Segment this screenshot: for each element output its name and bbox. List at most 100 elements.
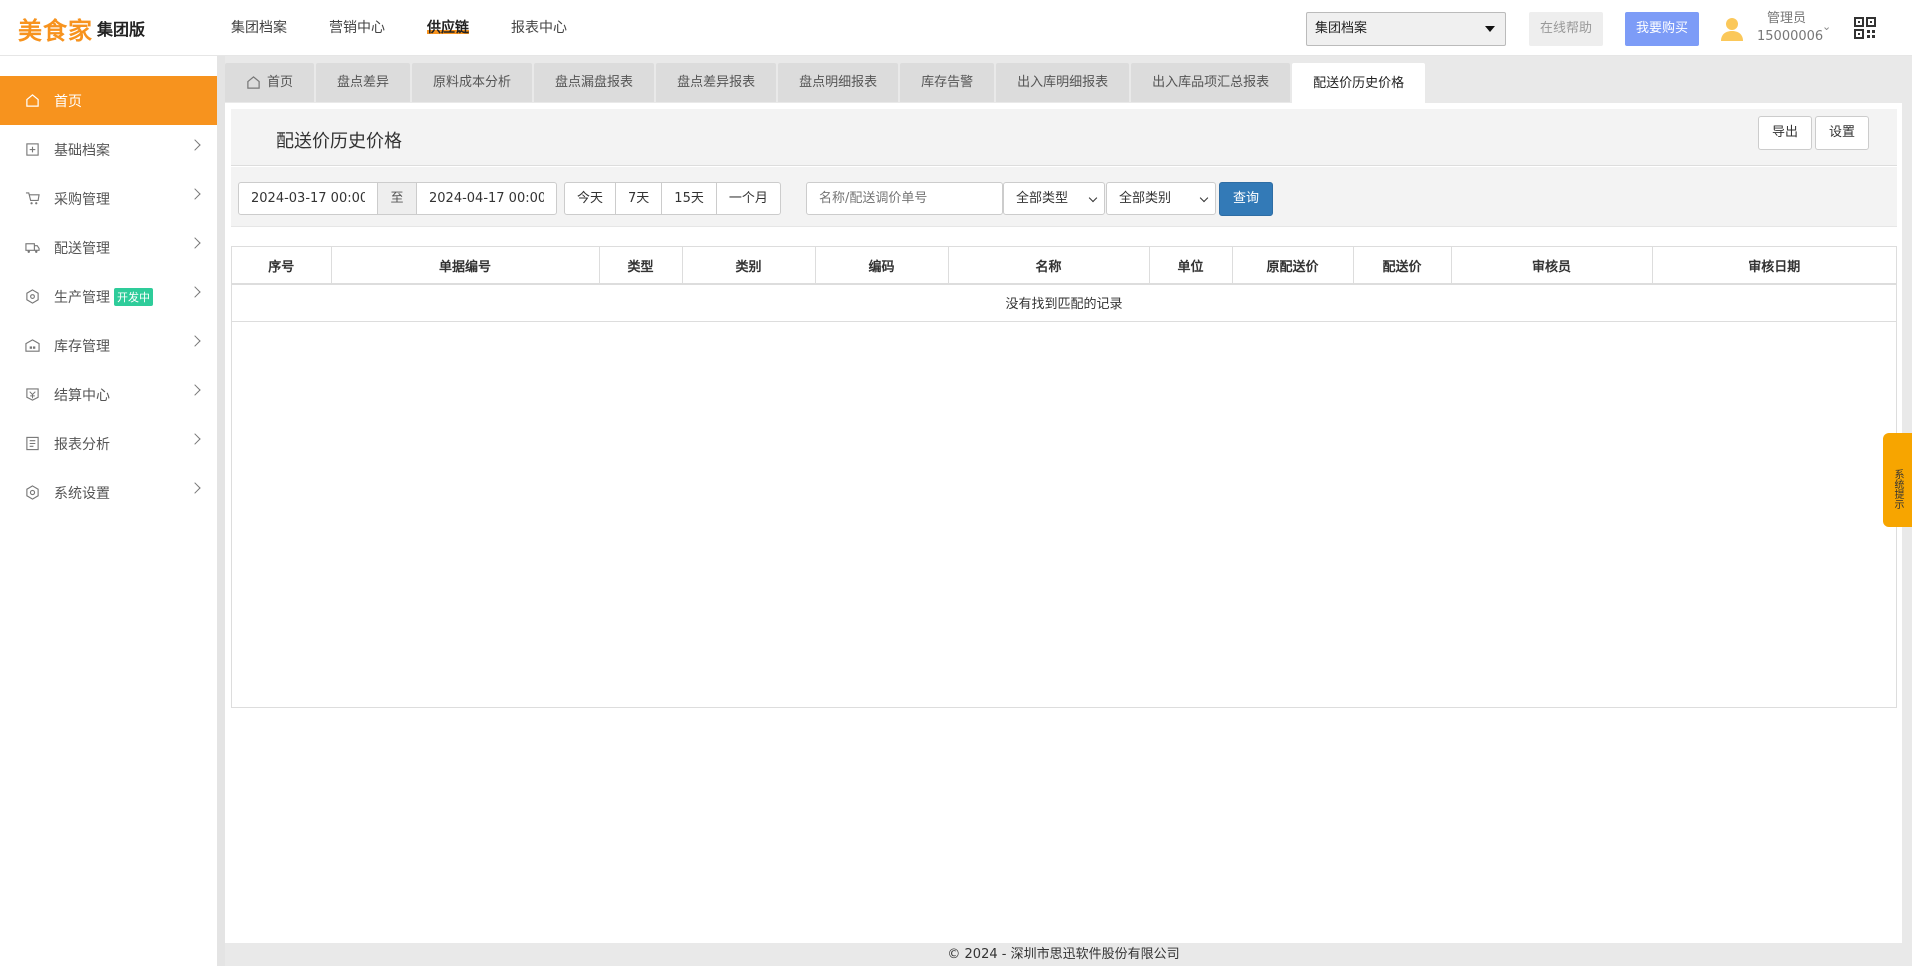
top-nav-item-reports[interactable]: 报表中心 [490,0,588,56]
table-header-row: 序号 单据编号 类型 类别 编码 名称 单位 原配送价 配送价 审核员 审核日期 [232,247,1896,285]
sidebar-item-label: 报表分析 [54,436,110,453]
tab-label: 盘点明细报表 [799,74,878,90]
empty-message: 没有找到匹配的记录 [232,284,1896,322]
sidebar-item-report-analysis[interactable]: 报表分析 [0,419,217,468]
tab-stocktake-diff-report[interactable]: 盘点差异报表 [656,63,777,102]
tab-material-cost[interactable]: 原料成本分析 [412,63,533,102]
col-header-type[interactable]: 类型 [599,247,683,285]
top-nav-item-supply-chain[interactable]: 供应链 [406,0,490,56]
top-nav-label: 报表中心 [511,20,567,36]
tab-stocktake-diff[interactable]: 盘点差异 [316,63,411,102]
col-header-name[interactable]: 名称 [948,247,1150,285]
brand-name: 美食家 [18,16,93,45]
truck-icon [24,240,40,256]
col-header-doc-no[interactable]: 单据编号 [331,247,600,285]
sidebar-item-inventory[interactable]: 库存管理 [0,321,217,370]
tab-label: 首页 [267,74,294,90]
end-date-input[interactable] [416,182,557,215]
query-button[interactable]: 查询 [1219,182,1273,216]
category-select[interactable]: 全部类别 [1106,182,1216,215]
top-nav-label: 集团档案 [231,20,287,36]
date-range-separator: 至 [377,182,417,215]
main-panel: 配送价历史价格 导出 设置 至 今天 7天 15天 一个月 全部类型 全部类别 … [225,103,1902,943]
quick-range-month[interactable]: 一个月 [715,182,781,215]
tab-stocktake-detail[interactable]: 盘点明细报表 [778,63,899,102]
chevron-right-icon [189,384,201,396]
sidebar-item-label: 采购管理 [54,191,110,208]
caret-down-icon [1485,26,1495,32]
title-bar: 配送价历史价格 导出 设置 [231,109,1897,166]
tab-stock-alert[interactable]: 库存告警 [900,63,995,102]
tab-inout-summary[interactable]: 出入库品项汇总报表 [1131,63,1291,102]
col-header-price[interactable]: 配送价 [1353,247,1452,285]
chevron-down-icon [1199,193,1209,203]
top-nav: 集团档案 营销中心 供应链 报表中心 [210,0,588,56]
search-input[interactable] [806,182,1003,215]
group-select-value: 集团档案 [1315,21,1368,36]
filter-bar: 至 今天 7天 15天 一个月 全部类型 全部类别 查询 [231,167,1897,227]
production-icon [24,289,40,305]
col-header-code[interactable]: 编码 [815,247,949,285]
top-nav-item-archive[interactable]: 集团档案 [210,0,308,56]
report-icon [24,436,40,452]
online-help-button[interactable]: 在线帮助 [1529,12,1603,46]
chevron-down-icon[interactable]: ⌄ [1822,20,1831,33]
chevron-right-icon [189,139,201,151]
tab-label: 盘点漏盘报表 [555,74,634,90]
tab-label: 出入库明细报表 [1017,74,1109,90]
top-nav-label: 供应链 [427,20,469,36]
quick-range-today[interactable]: 今天 [564,182,617,215]
page-title: 配送价历史价格 [276,131,402,152]
archive-icon [24,142,40,158]
footer-copyright: © 2024 - 深圳市思迅软件股份有限公司 [947,947,1180,962]
system-tip-button[interactable]: 系统提示 [1883,433,1912,527]
top-nav-item-marketing[interactable]: 营销中心 [308,0,406,56]
tab-home[interactable]: 首页 [225,63,315,102]
sidebar-item-production[interactable]: 生产管理 开发中 [0,272,217,321]
quick-range-7days[interactable]: 7天 [615,182,663,215]
col-header-orig-price[interactable]: 原配送价 [1232,247,1354,285]
buy-button[interactable]: 我要购买 [1625,12,1699,46]
brand-edition: 集团版 [97,20,146,39]
tab-distribution-price-history[interactable]: 配送价历史价格 [1292,63,1426,104]
sidebar-item-purchase[interactable]: 采购管理 [0,174,217,223]
tab-stocktake-missing[interactable]: 盘点漏盘报表 [534,63,655,102]
user-account: 15000006 [1757,29,1824,44]
tab-inout-detail[interactable]: 出入库明细报表 [996,63,1130,102]
col-header-unit[interactable]: 单位 [1149,247,1233,285]
sidebar-item-distribution[interactable]: 配送管理 [0,223,217,272]
col-header-auditor[interactable]: 审核员 [1451,247,1653,285]
col-header-audit-date[interactable]: 审核日期 [1652,247,1896,285]
start-date-input[interactable] [238,182,378,215]
sidebar-item-basic-archive[interactable]: 基础档案 [0,125,217,174]
qr-code-icon[interactable] [1854,17,1876,39]
home-icon [24,93,40,109]
user-role: 管理员 [1767,11,1807,26]
col-header-category[interactable]: 类别 [682,247,816,285]
logo[interactable]: 美食家 集团版 [18,12,146,45]
tab-label: 原料成本分析 [433,74,512,90]
user-info[interactable]: 管理员 15000006 [1757,10,1823,46]
chevron-down-icon [1088,193,1098,203]
sidebar-item-label: 生产管理 [54,289,110,306]
sidebar-item-home[interactable]: 首页 [0,76,217,125]
col-header-seq[interactable]: 序号 [232,247,332,285]
type-select-value: 全部类型 [1016,191,1069,206]
table-row: 没有找到匹配的记录 [232,284,1896,322]
chevron-right-icon [189,433,201,445]
quick-range-15days[interactable]: 15天 [661,182,717,215]
sidebar-divider [217,56,225,966]
user-avatar-icon[interactable] [1720,16,1744,42]
group-select[interactable]: 集团档案 [1306,12,1506,46]
page-tabs: 首页 盘点差异 原料成本分析 盘点漏盘报表 盘点差异报表 盘点明细报表 库存告警… [225,63,1427,104]
chevron-right-icon [189,335,201,347]
sidebar-item-system-settings[interactable]: 系统设置 [0,468,217,517]
dev-badge: 开发中 [114,287,153,306]
results-table: 序号 单据编号 类型 类别 编码 名称 单位 原配送价 配送价 审核员 审核日期… [231,246,1897,708]
export-button[interactable]: 导出 [1758,116,1813,150]
chevron-right-icon [189,237,201,249]
type-select[interactable]: 全部类型 [1003,182,1105,215]
sidebar-item-label: 首页 [54,93,82,110]
sidebar-item-settlement[interactable]: 结算中心 [0,370,217,419]
settings-button[interactable]: 设置 [1815,116,1870,150]
